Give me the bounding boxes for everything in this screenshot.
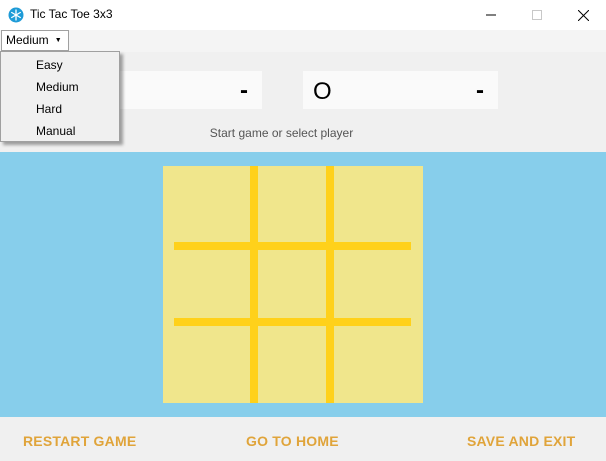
menu-item-manual[interactable]: Manual (36, 124, 75, 138)
go-to-home-button[interactable]: GO TO HOME (246, 433, 339, 449)
score-panel-player-o[interactable]: O - (303, 71, 498, 109)
menu-item-medium[interactable]: Medium (36, 80, 79, 94)
board-cell-1[interactable] (171, 169, 249, 241)
difficulty-select[interactable]: Medium ▼ (1, 30, 69, 51)
grid-line (326, 166, 334, 403)
board-cell-6[interactable] (335, 250, 413, 322)
player-symbol: O (313, 78, 332, 105)
board-cell-7[interactable] (171, 327, 249, 399)
board-cell-4[interactable] (171, 250, 249, 322)
title-bar: Tic Tac Toe 3x3 (0, 0, 606, 30)
snowflake-icon (8, 7, 24, 23)
score-panel-player-x[interactable]: - (120, 71, 262, 109)
action-bar: RESTART GAME GO TO HOME SAVE AND EXIT (0, 417, 606, 461)
board-cell-5[interactable] (254, 250, 332, 322)
board-cell-2[interactable] (254, 169, 332, 241)
board-area (0, 152, 606, 417)
app-window: Tic Tac Toe 3x3 Medium ▼ - O - Start gam… (0, 0, 606, 461)
player-score: - (476, 77, 484, 104)
caret-down-icon: ▼ (54, 37, 62, 44)
grid-line (174, 242, 411, 250)
board-cell-8[interactable] (254, 327, 332, 399)
difficulty-selected-label: Medium (6, 33, 49, 47)
save-and-exit-button[interactable]: SAVE AND EXIT (467, 433, 575, 449)
maximize-button[interactable] (514, 0, 560, 30)
board-cell-9[interactable] (335, 327, 413, 399)
menu-bar (0, 30, 606, 52)
restart-game-button[interactable]: RESTART GAME (23, 433, 136, 449)
window-title: Tic Tac Toe 3x3 (30, 7, 113, 21)
game-board (163, 166, 423, 403)
menu-item-hard[interactable]: Hard (36, 102, 62, 116)
minimize-button[interactable] (468, 0, 514, 30)
menu-item-easy[interactable]: Easy (36, 58, 63, 72)
menu-gutter (1, 52, 27, 141)
player-score: - (240, 77, 248, 104)
grid-line (174, 318, 411, 326)
close-button[interactable] (560, 0, 606, 30)
board-cell-3[interactable] (335, 169, 413, 241)
difficulty-dropdown-menu: Easy Medium Hard Manual (0, 51, 120, 142)
grid-line (250, 166, 258, 403)
